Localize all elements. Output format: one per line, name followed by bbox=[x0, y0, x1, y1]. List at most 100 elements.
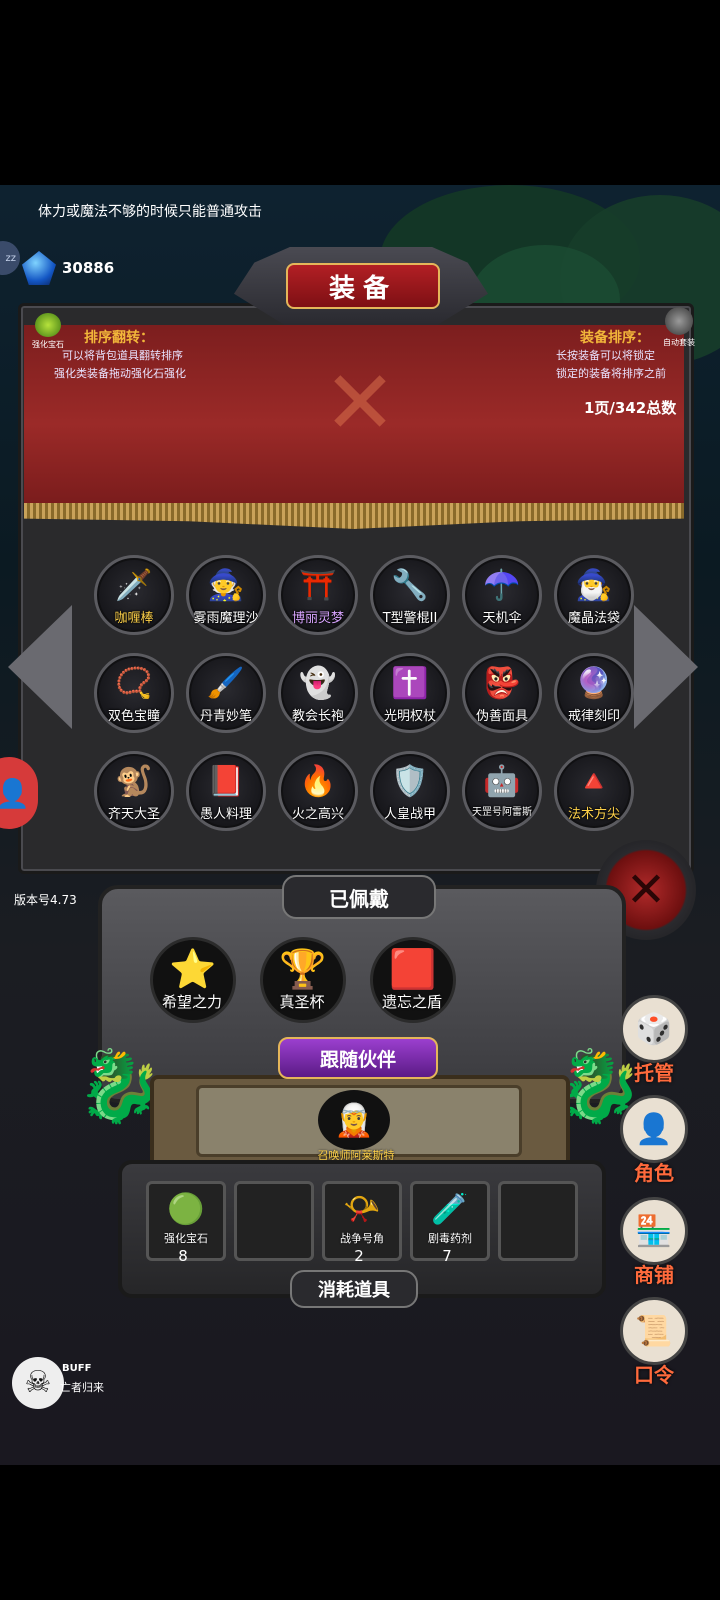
item-label: 咖喱棒 bbox=[114, 611, 154, 626]
star-icon: ⭐ bbox=[169, 947, 217, 991]
consumable-slot[interactable] bbox=[234, 1181, 314, 1261]
item-label: 雾雨魔理沙 bbox=[193, 611, 259, 626]
inventory-slot[interactable]: 👻 教会长袍 bbox=[278, 653, 358, 733]
character-icon: 👤 bbox=[620, 1095, 688, 1163]
grail-icon: 🏆 bbox=[279, 947, 327, 991]
item-icon: 🤖 bbox=[483, 764, 521, 799]
gem-icon: 🟢 bbox=[167, 1192, 205, 1227]
inventory-slot[interactable]: 🤖 天罡号阿雷斯 bbox=[462, 751, 542, 831]
item-icon: ✝️ bbox=[391, 666, 429, 701]
inventory-slot[interactable]: 📿 双色宝瞳 bbox=[94, 653, 174, 733]
item-icon: 🖌️ bbox=[207, 666, 245, 701]
side-shop-label: 商铺 bbox=[634, 1263, 674, 1287]
sort-flip-button[interactable]: 排序翻转： bbox=[84, 327, 154, 347]
consumables-title: 消耗道具 bbox=[290, 1270, 418, 1308]
inventory-slot[interactable]: 🖌️ 丹青妙笔 bbox=[186, 653, 266, 733]
item-label: 双色宝瞳 bbox=[107, 709, 160, 724]
consumable-count: 8 bbox=[178, 1247, 188, 1265]
enhance-gem-label: 强化宝石 bbox=[32, 340, 64, 349]
item-label: 齐天大圣 bbox=[107, 807, 160, 822]
buff-title: BUFF bbox=[62, 1363, 92, 1374]
hint-text: 体力或魔法不够的时候只能普通攻击 bbox=[38, 204, 262, 220]
inventory-slot[interactable]: ⛩️ 博丽灵梦 bbox=[278, 555, 358, 635]
green-gem-icon bbox=[35, 313, 61, 337]
prev-page-arrow-icon[interactable] bbox=[8, 605, 72, 729]
inventory-slot[interactable]: 📕 愚人料理 bbox=[186, 751, 266, 831]
inventory-slot[interactable]: 🧙‍♂️ 魔晶法袋 bbox=[554, 555, 634, 635]
consumable-label: 剧毒药剂 bbox=[428, 1232, 472, 1245]
shield-icon: 🟥 bbox=[389, 947, 437, 991]
blue-gem-icon bbox=[22, 251, 56, 285]
inventory-slot[interactable]: 🔮 戒律刻印 bbox=[554, 653, 634, 733]
item-icon: 📕 bbox=[207, 764, 245, 799]
panel-title: 装备 bbox=[286, 263, 440, 309]
item-label: 法术方尖 bbox=[567, 807, 620, 822]
consumable-slot[interactable] bbox=[498, 1181, 578, 1261]
equip-sort-desc-2: 锁定的装备将排序之前 bbox=[556, 367, 666, 380]
shop-icon: 🏪 bbox=[620, 1197, 688, 1265]
item-icon: 👻 bbox=[299, 666, 337, 701]
item-icon: ☂️ bbox=[483, 568, 521, 603]
equipped-label: 真圣杯 bbox=[279, 993, 325, 1011]
inventory-slot[interactable]: 🧙 雾雨魔理沙 bbox=[186, 555, 266, 635]
skull-icon: ☠ bbox=[12, 1357, 64, 1409]
item-label: 教会长袍 bbox=[291, 709, 344, 724]
side-code-button[interactable]: 📜 口令 bbox=[614, 1297, 694, 1388]
equipped-slot[interactable]: ⭐ 希望之力 bbox=[150, 937, 236, 1023]
enhance-gem-button[interactable]: 强化宝石 bbox=[28, 313, 68, 350]
item-label: 人皇战甲 bbox=[383, 807, 436, 822]
sleep-badge[interactable]: zz bbox=[0, 241, 20, 275]
item-icon: 🧙‍♂️ bbox=[575, 568, 613, 603]
inventory-slot[interactable]: 🔥 火之高兴 bbox=[278, 751, 358, 831]
consumable-count: 2 bbox=[354, 1247, 364, 1265]
item-label: 火之高兴 bbox=[291, 807, 344, 822]
equip-sort-desc-1: 长按装备可以将锁定 bbox=[556, 349, 655, 362]
inventory-slot[interactable]: 👺 伪善面具 bbox=[462, 653, 542, 733]
item-label: 博丽灵梦 bbox=[291, 611, 344, 626]
scroll-icon: 📜 bbox=[620, 1297, 688, 1365]
inventory-slot[interactable]: 🔧 T型警棍II bbox=[370, 555, 450, 635]
item-label: 丹青妙笔 bbox=[199, 709, 252, 724]
inventory-slot[interactable]: 🐒 齐天大圣 bbox=[94, 751, 174, 831]
side-auto-label: 托管 bbox=[634, 1061, 674, 1085]
buff-indicator[interactable]: ☠ BUFF 亡者归来 bbox=[12, 1357, 122, 1415]
dice-icon: 🎲 bbox=[620, 995, 688, 1063]
summoner-icon: 🧝 bbox=[334, 1101, 374, 1139]
version-label: 版本号4.73 bbox=[14, 893, 77, 907]
item-icon: 🗡️ bbox=[115, 568, 153, 603]
inventory-slot[interactable]: 🛡️ 人皇战甲 bbox=[370, 751, 450, 831]
gem-counter: 30886 bbox=[22, 251, 114, 285]
side-code-label: 口令 bbox=[634, 1363, 674, 1387]
auto-suit-button[interactable]: 自动套装 bbox=[654, 307, 704, 348]
companion-avatar[interactable]: 🧝 bbox=[318, 1090, 390, 1150]
item-icon: 🛡️ bbox=[391, 764, 429, 799]
item-icon: 🔺 bbox=[575, 764, 613, 799]
item-label: 光明权杖 bbox=[383, 709, 436, 724]
item-icon: 🔮 bbox=[575, 666, 613, 701]
sort-flip-desc-1: 可以将背包道具翻转排序 bbox=[62, 349, 183, 362]
next-page-arrow-icon[interactable] bbox=[634, 605, 698, 729]
inventory-slot[interactable]: ✝️ 光明权杖 bbox=[370, 653, 450, 733]
potion-icon: 🧪 bbox=[431, 1192, 469, 1227]
armor-icon bbox=[665, 307, 693, 335]
companion-title: 跟随伙伴 bbox=[278, 1037, 438, 1079]
inventory-slot[interactable]: ☂️ 天机伞 bbox=[462, 555, 542, 635]
equipped-slot[interactable]: 🏆 真圣杯 bbox=[260, 937, 346, 1023]
item-label: 戒律刻印 bbox=[567, 709, 620, 724]
equipped-label: 遗忘之盾 bbox=[381, 993, 442, 1011]
inventory-slot[interactable]: 🔺 法术方尖 bbox=[554, 751, 634, 831]
side-auto-button[interactable]: 🎲 托管 bbox=[614, 995, 694, 1086]
item-icon: ⛩️ bbox=[299, 568, 337, 603]
side-shop-button[interactable]: 🏪 商铺 bbox=[614, 1197, 694, 1288]
item-icon: 🧙 bbox=[207, 568, 245, 603]
side-character-button[interactable]: 👤 角色 bbox=[614, 1095, 694, 1186]
game-scene: 体力或魔法不够的时候只能普通攻击 zz 30886 ✕ 装备 强化宝石 自动套装… bbox=[0, 185, 720, 1465]
consumable-label: 强化宝石 bbox=[164, 1232, 208, 1245]
inventory-slot[interactable]: 🗡️ 咖喱棒 bbox=[94, 555, 174, 635]
page-count: 1页/342总数 bbox=[584, 399, 677, 417]
equip-sort-button[interactable]: 装备排序： bbox=[580, 327, 650, 347]
gem-score: 30886 bbox=[62, 259, 115, 277]
item-icon: 🔧 bbox=[391, 568, 429, 603]
item-label: T型警棍II bbox=[382, 611, 438, 626]
equipped-slot[interactable]: 🟥 遗忘之盾 bbox=[370, 937, 456, 1023]
